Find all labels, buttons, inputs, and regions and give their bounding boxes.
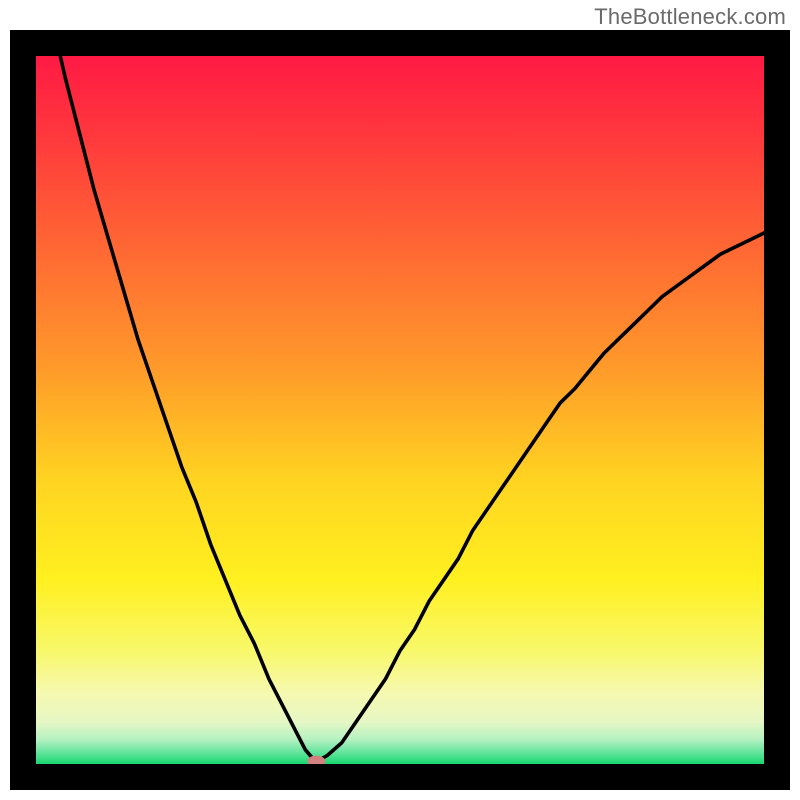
watermark-text: TheBottleneck.com	[594, 4, 786, 30]
chart-container: TheBottleneck.com	[0, 0, 800, 800]
chart-svg	[10, 30, 790, 790]
chart-plot-area	[10, 30, 790, 790]
chart-background	[36, 56, 764, 764]
